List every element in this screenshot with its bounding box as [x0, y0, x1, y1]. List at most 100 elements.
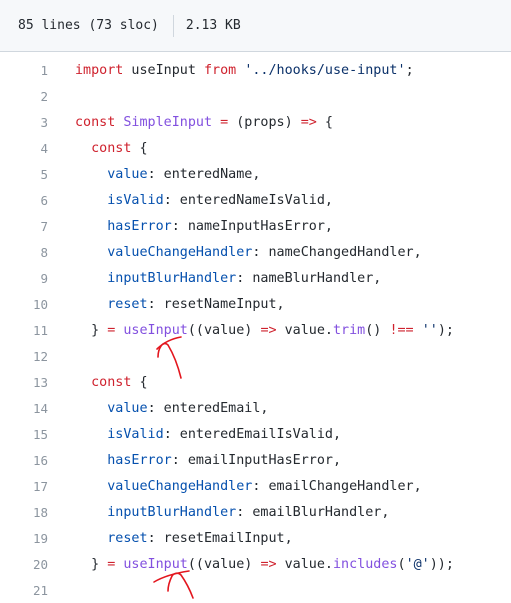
line-number[interactable]: 13	[0, 375, 48, 390]
code-text: const {	[75, 140, 148, 156]
code-token: trim	[333, 322, 366, 338]
code-token: isValid	[107, 192, 164, 208]
line-number[interactable]: 2	[0, 89, 48, 104]
code-view: 1 import useInput from '../hooks/use-inpu…	[0, 57, 511, 603]
code-token: value	[107, 400, 148, 416]
code-line: 8 valueChangeHandler: nameChangedHandler…	[0, 239, 511, 265]
line-number[interactable]: 7	[0, 219, 48, 234]
code-token: }	[75, 556, 108, 572]
code-text: valueChangeHandler: emailChangeHandler,	[75, 478, 421, 494]
line-number[interactable]: 4	[0, 141, 48, 156]
code-line: 4 const {	[0, 135, 511, 161]
code-line: 17 valueChangeHandler: emailChangeHandle…	[0, 473, 511, 499]
code-text: hasError: nameInputHasError,	[75, 219, 333, 234]
code-line: 20 } = useInput((value) => value.include…	[0, 551, 511, 577]
line-number[interactable]: 17	[0, 479, 48, 494]
code-token: SimpleInput	[123, 114, 213, 130]
line-number[interactable]: 16	[0, 453, 48, 468]
file-info-bar: 85 lines (73 sloc) 2.13 KB	[0, 0, 511, 52]
code-token: '../hooks/use-input'	[244, 62, 406, 78]
line-number[interactable]: 3	[0, 115, 48, 130]
header-divider	[172, 14, 174, 37]
code-token: value.	[276, 322, 333, 338]
code-token: =	[220, 114, 229, 130]
code-token: (	[397, 556, 406, 572]
code-line: 2	[0, 83, 511, 109]
code-token: : nameInputHasError,	[171, 218, 333, 234]
line-number[interactable]: 12	[0, 349, 48, 364]
code-token: {	[131, 374, 148, 390]
line-number[interactable]: 6	[0, 193, 48, 208]
code-token: ((value)	[187, 556, 261, 572]
code-token: hasError	[107, 218, 172, 234]
code-line: 7 hasError: nameInputHasError,	[0, 213, 511, 239]
code-token: ''	[421, 322, 438, 338]
code-token: valueChangeHandler	[107, 478, 253, 494]
code-token: : enteredName,	[147, 166, 261, 182]
code-token: : emailInputHasError,	[171, 452, 342, 468]
code-line: 12	[0, 343, 511, 369]
code-token: : resetEmailInput,	[147, 530, 293, 546]
code-token: }	[75, 322, 108, 338]
code-text: inputBlurHandler: nameBlurHandler,	[75, 271, 381, 286]
code-text: } = useInput((value) => value.trim() !==…	[75, 323, 454, 338]
code-token: ));	[429, 556, 454, 572]
code-text: const SimpleInput = (props) => {	[75, 115, 333, 130]
line-number[interactable]: 1	[0, 63, 48, 78]
line-number[interactable]: 8	[0, 245, 48, 260]
code-token: reset	[107, 530, 148, 546]
code-token: const	[75, 114, 116, 130]
code-line: 5 value: enteredName,	[0, 161, 511, 187]
code-line: 9 inputBlurHandler: nameBlurHandler,	[0, 265, 511, 291]
code-token: useInput	[123, 62, 204, 78]
code-text: isValid: enteredNameIsValid,	[75, 193, 333, 208]
line-number[interactable]: 10	[0, 297, 48, 312]
line-number[interactable]: 19	[0, 531, 48, 546]
file-size: 2.13 KB	[185, 18, 241, 33]
code-text: reset: resetEmailInput,	[75, 530, 293, 546]
line-number[interactable]: 20	[0, 557, 48, 572]
code-token: ;	[405, 62, 414, 78]
code-token: =>	[260, 556, 277, 572]
code-text: value: enteredEmail,	[75, 400, 268, 416]
code-token: useInput	[123, 556, 188, 572]
code-token: isValid	[107, 426, 164, 442]
line-number[interactable]: 14	[0, 401, 48, 416]
code-token: from	[204, 62, 237, 78]
code-token: : nameBlurHandler,	[236, 270, 382, 286]
line-number[interactable]: 11	[0, 323, 48, 338]
code-line: 6 isValid: enteredNameIsValid,	[0, 187, 511, 213]
code-token: {	[131, 140, 148, 156]
code-token: : enteredNameIsValid,	[163, 192, 333, 208]
line-number[interactable]: 5	[0, 167, 48, 182]
code-token: valueChangeHandler	[107, 244, 253, 260]
line-count-info: 85 lines (73 sloc)	[18, 18, 159, 33]
line-number[interactable]: 15	[0, 427, 48, 442]
code-token: : enteredEmailIsValid,	[163, 426, 342, 442]
code-token: const	[91, 374, 132, 390]
line-number[interactable]: 21	[0, 583, 48, 598]
code-line: 3 const SimpleInput = (props) => {	[0, 109, 511, 135]
code-line: 14 value: enteredEmail,	[0, 395, 511, 421]
code-text: reset: resetNameInput,	[75, 296, 284, 312]
code-text: isValid: enteredEmailIsValid,	[75, 427, 341, 442]
code-line: 18 inputBlurHandler: emailBlurHandler,	[0, 499, 511, 525]
code-token: reset	[107, 296, 148, 312]
line-number[interactable]: 9	[0, 271, 48, 286]
code-token: import	[75, 62, 124, 78]
line-number[interactable]: 18	[0, 505, 48, 520]
code-line: 15 isValid: enteredEmailIsValid,	[0, 421, 511, 447]
code-line: 11 } = useInput((value) => value.trim() …	[0, 317, 511, 343]
